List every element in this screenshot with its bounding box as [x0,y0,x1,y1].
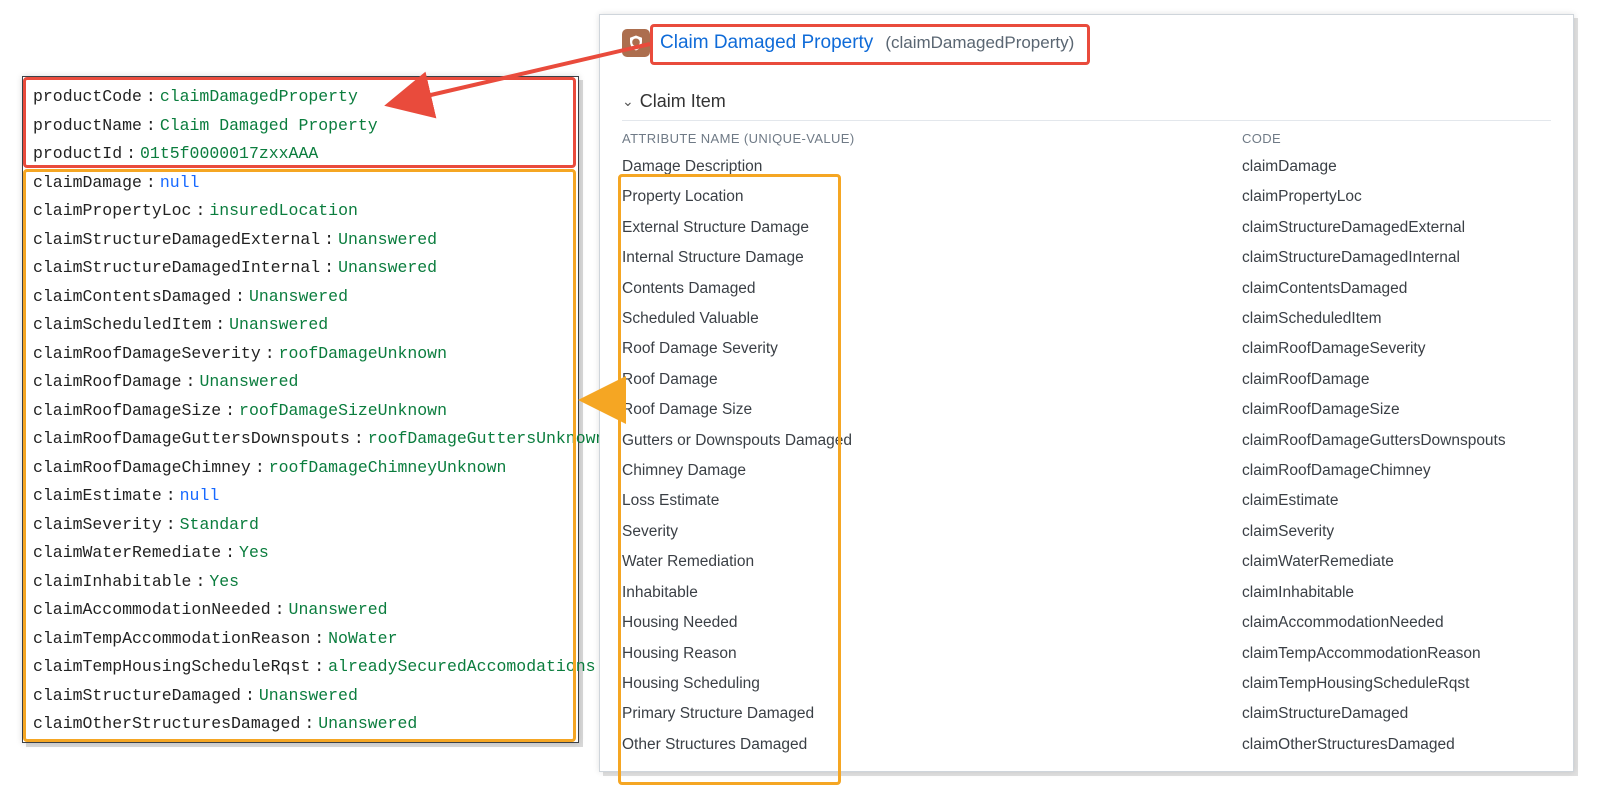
code-line: claimStructureDamagedExternal:Unanswered [33,226,568,255]
attribute-row: Roof Damage claimRoofDamage [622,365,1551,395]
attr-code: claimRoofDamage [1242,365,1551,395]
attr-code: claimAccommodationNeeded [1242,608,1551,638]
attribute-row: Contents Damaged claimContentsDamaged [622,274,1551,304]
code-line: claimRoofDamageSeverity:roofDamageUnknow… [33,340,568,369]
code-line: claimRoofDamageSize:roofDamageSizeUnknow… [33,397,568,426]
code-line: claimSeverity:Standard [33,511,568,540]
attr-code: claimRoofDamageSeverity [1242,334,1551,364]
attr-name: Housing Reason [622,639,1242,669]
attr-name: Loss Estimate [622,486,1242,516]
code-line: claimPropertyLoc:insuredLocation [33,197,568,226]
attr-name: Housing Needed [622,608,1242,638]
attr-name: Severity [622,517,1242,547]
code-line: productId:01t5f0000017zxxAAA [33,140,568,169]
attr-code: claimStructureDamagedExternal [1242,213,1551,243]
code-line: claimRoofDamageGuttersDownspouts:roofDam… [33,425,568,454]
attribute-row: Gutters or Downspouts Damaged claimRoofD… [622,426,1551,456]
code-line: claimContentsDamaged:Unanswered [33,283,568,312]
attr-name: Chimney Damage [622,456,1242,486]
code-line: claimInhabitable:Yes [33,568,568,597]
section-claim-item[interactable]: ⌄ Claim Item [622,89,1551,121]
attr-code: claimPropertyLoc [1242,182,1551,212]
code-line: claimDamage:null [33,169,568,198]
claim-subtitle: (claimDamagedProperty) [885,33,1074,53]
col-attr-header: ATTRIBUTE NAME (UNIQUE-VALUE) [622,131,1242,146]
code-line: claimStructureDamaged:Unanswered [33,682,568,711]
attribute-rows: Damage Description claimDamage Property … [622,152,1551,760]
attr-code: claimSeverity [1242,517,1551,547]
code-line: claimRoofDamage:Unanswered [33,368,568,397]
attr-name: Gutters or Downspouts Damaged [622,426,1242,456]
attr-code: claimWaterRemediate [1242,547,1551,577]
section-title: Claim Item [640,91,726,112]
attribute-row: Roof Damage Severity claimRoofDamageSeve… [622,334,1551,364]
attr-code: claimStructureDamaged [1242,699,1551,729]
code-panel: productCode:claimDamagedPropertyproductN… [22,76,579,743]
col-code-header: CODE [1242,131,1551,146]
attr-name: Inhabitable [622,578,1242,608]
attr-name: Internal Structure Damage [622,243,1242,273]
code-line: claimEstimate:null [33,482,568,511]
attr-name: External Structure Damage [622,213,1242,243]
attribute-row: Internal Structure Damage claimStructure… [622,243,1551,273]
attribute-row: Chimney Damage claimRoofDamageChimney [622,456,1551,486]
code-line: claimOtherStructuresDamaged:Unanswered [33,710,568,739]
attribute-row: Loss Estimate claimEstimate [622,486,1551,516]
code-line: claimAccommodationNeeded:Unanswered [33,596,568,625]
column-headers: ATTRIBUTE NAME (UNIQUE-VALUE) CODE [622,127,1551,152]
code-line: productCode:claimDamagedProperty [33,83,568,112]
attr-code: claimTempAccommodationReason [1242,639,1551,669]
claim-panel: Claim Damaged Property (claimDamagedProp… [599,14,1574,772]
attr-code: claimInhabitable [1242,578,1551,608]
code-block: productCode:claimDamagedPropertyproductN… [23,77,578,745]
claim-title[interactable]: Claim Damaged Property [660,32,873,54]
attr-code: claimScheduledItem [1242,304,1551,334]
attr-name: Other Structures Damaged [622,730,1242,760]
attr-name: Damage Description [622,152,1242,182]
code-line: claimTempHousingScheduleRqst:alreadySecu… [33,653,568,682]
shield-icon [622,29,650,57]
attribute-row: Scheduled Valuable claimScheduledItem [622,304,1551,334]
attr-code: claimContentsDamaged [1242,274,1551,304]
attr-code: claimOtherStructuresDamaged [1242,730,1551,760]
attribute-row: Primary Structure Damaged claimStructure… [622,699,1551,729]
attr-code: claimStructureDamagedInternal [1242,243,1551,273]
chevron-down-icon: ⌄ [622,93,634,110]
attr-code: claimEstimate [1242,486,1551,516]
attr-name: Roof Damage Size [622,395,1242,425]
attr-name: Primary Structure Damaged [622,699,1242,729]
claim-header: Claim Damaged Property (claimDamagedProp… [622,29,1551,57]
attribute-row: External Structure Damage claimStructure… [622,213,1551,243]
attribute-row: Roof Damage Size claimRoofDamageSize [622,395,1551,425]
attr-name: Scheduled Valuable [622,304,1242,334]
attr-name: Property Location [622,182,1242,212]
attribute-row: Housing Reason claimTempAccommodationRea… [622,639,1551,669]
code-line: claimRoofDamageChimney:roofDamageChimney… [33,454,568,483]
code-line: claimStructureDamagedInternal:Unanswered [33,254,568,283]
attribute-row: Severity claimSeverity [622,517,1551,547]
attr-name: Housing Scheduling [622,669,1242,699]
attribute-row: Water Remediation claimWaterRemediate [622,547,1551,577]
code-line: claimTempAccommodationReason:NoWater [33,625,568,654]
attr-code: claimDamage [1242,152,1551,182]
attribute-row: Inhabitable claimInhabitable [622,578,1551,608]
attr-code: claimRoofDamageGuttersDownspouts [1242,426,1551,456]
attr-code: claimRoofDamageSize [1242,395,1551,425]
attr-code: claimTempHousingScheduleRqst [1242,669,1551,699]
attr-code: claimRoofDamageChimney [1242,456,1551,486]
attr-name: Roof Damage Severity [622,334,1242,364]
attr-name: Water Remediation [622,547,1242,577]
attribute-row: Other Structures Damaged claimOtherStruc… [622,730,1551,760]
attribute-row: Property Location claimPropertyLoc [622,182,1551,212]
attr-name: Contents Damaged [622,274,1242,304]
attribute-row: Housing Needed claimAccommodationNeeded [622,608,1551,638]
attribute-row: Housing Scheduling claimTempHousingSched… [622,669,1551,699]
attr-name: Roof Damage [622,365,1242,395]
code-line: productName:Claim Damaged Property [33,112,568,141]
attribute-row: Damage Description claimDamage [622,152,1551,182]
code-line: claimScheduledItem:Unanswered [33,311,568,340]
code-line: claimWaterRemediate:Yes [33,539,568,568]
